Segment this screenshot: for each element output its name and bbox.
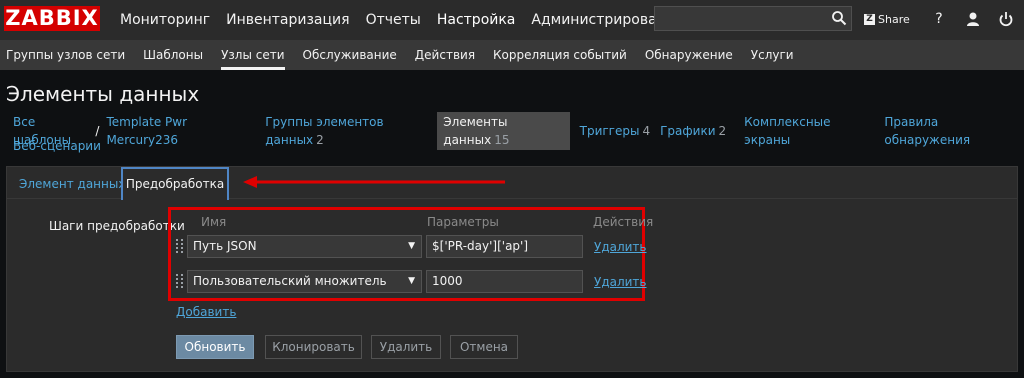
tab-items-count: 15	[494, 133, 510, 147]
share-link[interactable]: Z Share	[864, 11, 910, 27]
sub-nav-host-groups[interactable]: Группы узлов сети	[0, 40, 134, 70]
main-nav-monitoring[interactable]: Мониторинг	[112, 0, 218, 40]
red-arrow-annotation	[243, 176, 505, 188]
cancel-button[interactable]: Отмена	[450, 335, 518, 359]
tab-items[interactable]: Элементы данных 15	[437, 112, 570, 150]
col-name-header: Имя	[201, 215, 227, 229]
main-nav-inventory[interactable]: Инвентаризация	[218, 0, 357, 40]
search-input[interactable]	[654, 6, 852, 31]
tab-graphs-count: 2	[718, 124, 727, 138]
tab-screens[interactable]: Комплексные экраны	[739, 113, 871, 149]
tab-item-groups-count: 2	[316, 133, 324, 147]
sub-nav-event-correlation[interactable]: Корреляция событий	[484, 40, 636, 70]
tab-item-groups[interactable]: Группы элементов данных 2	[260, 113, 432, 149]
step-type-value: Пользовательский множитель	[193, 274, 387, 288]
sub-nav-templates[interactable]: Шаблоны	[134, 40, 212, 70]
preprocessing-steps-label: Шаги предобработки	[49, 219, 185, 233]
sub-nav: Группы узлов сети Шаблоны Узлы сети Обсл…	[0, 40, 1024, 70]
tab-triggers-count: 4	[642, 124, 651, 138]
add-step-link[interactable]: Добавить	[176, 305, 236, 319]
step-type-select[interactable]: Пользовательский множитель ▼	[187, 270, 422, 293]
tab-graphs[interactable]: Графики 2	[655, 122, 731, 140]
page-title: Элементы данных	[6, 82, 200, 106]
search-icon[interactable]	[831, 10, 847, 26]
zabbix-logo[interactable]: ZABBIX	[4, 6, 100, 31]
delete-button[interactable]: Удалить	[371, 335, 441, 359]
step-type-value: Путь JSON	[193, 239, 257, 253]
update-button[interactable]: Обновить	[176, 335, 254, 359]
tab-discovery-rules[interactable]: Правила обнаружения	[879, 113, 1018, 149]
sub-nav-services[interactable]: Услуги	[742, 40, 803, 70]
tab-triggers[interactable]: Триггеры 4	[575, 122, 655, 140]
main-nav: Мониторинг Инвентаризация Отчеты Настрой…	[112, 0, 692, 40]
tab-item-groups-label: Группы элементов данных	[265, 115, 384, 147]
user-icon[interactable]	[964, 10, 982, 28]
step-remove-link[interactable]: Удалить	[594, 240, 647, 254]
tab-preprocessing[interactable]: Предобработка	[121, 167, 229, 200]
top-bar: ZABBIX Мониторинг Инвентаризация Отчеты …	[0, 0, 1024, 40]
chevron-down-icon: ▼	[408, 276, 415, 286]
breadcrumb-template[interactable]: Template Pwr Mercury236	[101, 113, 251, 149]
sub-nav-actions[interactable]: Действия	[406, 40, 484, 70]
sub-nav-maintenance[interactable]: Обслуживание	[294, 40, 406, 70]
step-param-input[interactable]: 1000	[426, 270, 583, 293]
step-param-input[interactable]: $['PR-day']['ap']	[426, 235, 583, 258]
sub-nav-discovery[interactable]: Обнаружение	[636, 40, 742, 70]
clone-button[interactable]: Клонировать	[265, 335, 362, 359]
chevron-down-icon: ▼	[408, 241, 415, 251]
col-params-header: Параметры	[427, 215, 499, 229]
item-form-panel: Элемент данных Предобработка Шаги предоб…	[6, 166, 1018, 372]
zabbix-share-icon: Z	[864, 13, 875, 25]
main-nav-configuration[interactable]: Настройка	[429, 0, 524, 40]
form-tabs: Элемент данных Предобработка	[7, 167, 1017, 200]
power-icon[interactable]	[997, 10, 1015, 28]
step-type-select[interactable]: Путь JSON ▼	[187, 235, 422, 258]
step-remove-link[interactable]: Удалить	[594, 275, 647, 289]
tab-item[interactable]: Элемент данных	[15, 171, 129, 199]
drag-handle-icon[interactable]	[176, 273, 184, 289]
share-label: Share	[878, 12, 910, 26]
sub-nav-hosts[interactable]: Узлы сети	[212, 40, 293, 70]
drag-handle-icon[interactable]	[176, 238, 184, 254]
host-nav: Все шаблоны / Template Pwr Mercury236 Гр…	[8, 112, 1018, 155]
main-nav-reports[interactable]: Отчеты	[358, 0, 429, 40]
col-actions-header: Действия	[593, 215, 654, 229]
help-icon[interactable]: ?	[930, 10, 948, 28]
tab-web-scenarios[interactable]: Веб-сценарии	[8, 137, 106, 155]
tab-triggers-label: Триггеры	[579, 124, 640, 138]
tab-graphs-label: Графики	[660, 124, 716, 138]
